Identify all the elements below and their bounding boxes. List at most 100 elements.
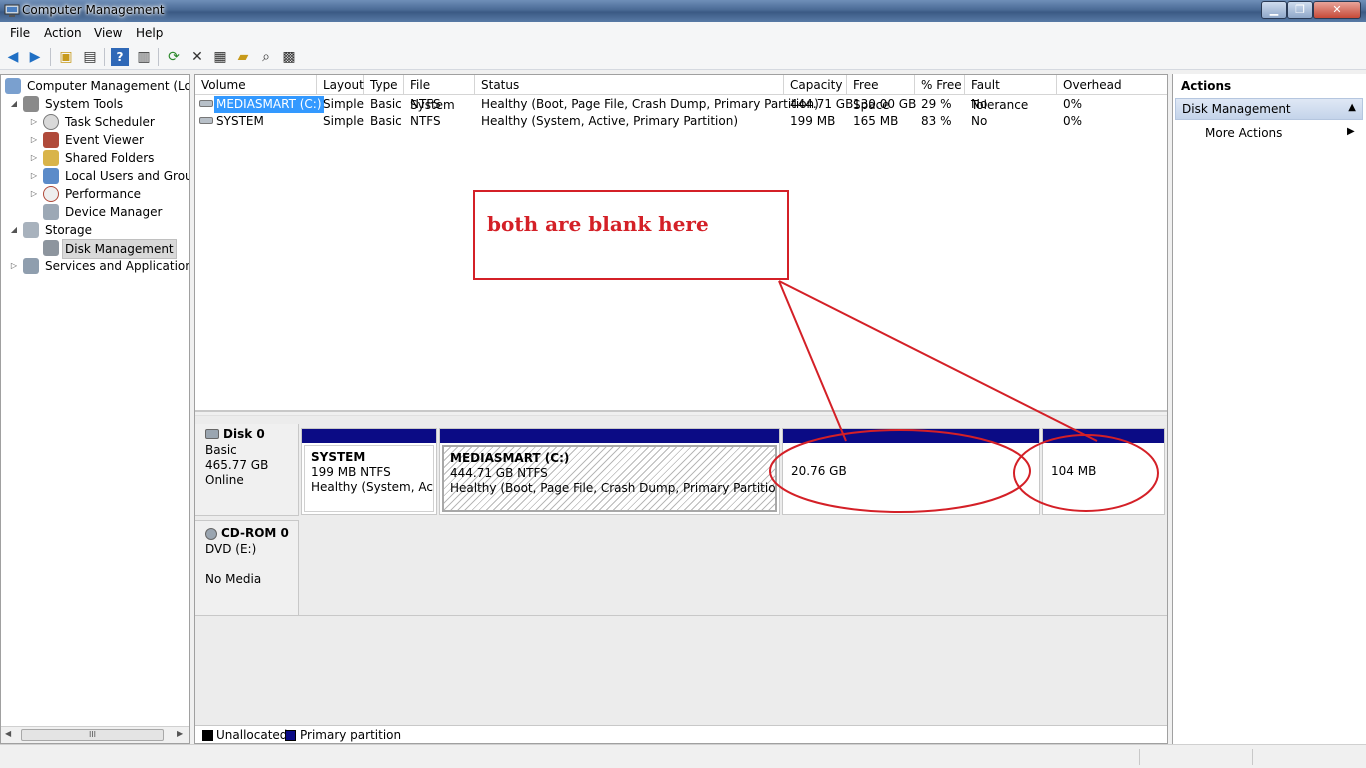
menu-help[interactable]: Help [136,26,163,40]
back-icon[interactable]: ◀ [4,48,22,66]
partition-size: 444.71 GB NTFS [450,466,548,480]
cdrom-0-label[interactable]: CD-ROM 0 DVD (E:) No Media [195,520,299,616]
expand-arrow-icon[interactable]: ▷ [29,185,39,203]
partition-color-bar [302,429,436,443]
more-actions-link[interactable]: More Actions [1205,126,1282,140]
partition-mediasmart[interactable]: MEDIASMART (C:) 444.71 GB NTFS Healthy (… [439,428,780,515]
show-hide-action-pane-icon[interactable]: ▥ [135,48,153,66]
event-viewer-icon [43,132,59,148]
column-fault-tolerance[interactable]: Fault Tolerance [965,75,1057,112]
partition-size: 20.76 GB [791,464,847,478]
partition-status: Healthy (System, Active [311,480,433,494]
partition-info: 104 MB [1045,445,1162,512]
column-percent-free[interactable]: % Free [915,75,965,95]
disk-size: 465.77 GB [205,458,269,472]
actions-section-label: Disk Management [1182,102,1291,116]
forward-icon[interactable]: ▶ [26,48,44,66]
tree-item-label: Task Scheduler [65,115,155,129]
disk-type: Basic [205,443,237,457]
column-type[interactable]: Type [364,75,404,95]
volume-overhead: 0% [1063,97,1083,111]
tools-icon [23,96,39,112]
toolbar: ◀ ▶ ▣ ▤ ? ▥ ⟳ ✕ ▦ ▰ ⌕ ▩ [0,44,1366,70]
disk-settings-icon[interactable]: ▩ [280,48,298,66]
partition-blank-1[interactable]: 20.76 GB [782,428,1040,515]
partition-blank-2[interactable]: 104 MB [1042,428,1165,515]
collapse-icon[interactable]: ▲ [1348,102,1356,113]
expand-arrow-icon[interactable]: ▷ [29,149,39,167]
clock-icon [43,114,59,130]
column-free-space[interactable]: Free Space [847,75,915,112]
expand-arrow-icon[interactable]: ▷ [29,113,39,131]
title-bar: Computer Management ▁ ❐ ✕ [0,0,1366,22]
volume-free-space: 165 MB [853,114,899,128]
disk-0-label[interactable]: Disk 0 Basic 465.77 GB Online [195,424,299,516]
scroll-thumb[interactable]: III [21,729,164,741]
volume-file-system: NTFS [410,114,441,128]
volume-type: Basic [370,97,402,111]
actions-title: Actions [1181,79,1232,93]
menu-file[interactable]: File [10,26,30,40]
tree-item-label: Shared Folders [65,151,155,165]
help-icon[interactable]: ? [111,48,129,66]
storage-icon [23,222,39,238]
performance-icon [43,186,59,202]
menu-view[interactable]: View [94,26,122,40]
properties-icon[interactable]: ▦ [211,48,229,66]
toolbar-separator [50,48,51,66]
column-volume[interactable]: Volume [195,75,317,95]
partition-name: MEDIASMART (C:) [450,451,570,465]
menu-action[interactable]: Action [44,26,82,40]
cdrom-icon [205,528,217,540]
annotation-text: both are blank here [487,212,709,236]
maximize-button[interactable]: ❐ [1287,1,1313,19]
column-file-system[interactable]: File System [404,75,475,112]
disk-name: Disk 0 [223,427,265,441]
expand-arrow-icon[interactable]: ▷ [29,131,39,149]
scroll-right-icon[interactable]: ▶ [177,729,183,738]
column-capacity[interactable]: Capacity [784,75,847,95]
collapse-arrow-icon[interactable]: ◢ [9,95,19,113]
delete-icon[interactable]: ✕ [188,48,206,66]
expand-arrow-icon[interactable]: ▷ [9,257,19,275]
close-button[interactable]: ✕ [1313,1,1361,19]
table-row[interactable]: SYSTEM Simple Basic NTFS Healthy (System… [195,113,1167,130]
cdrom-media-area [299,520,1167,616]
partition-status: Healthy (Boot, Page File, Crash Dump, Pr… [450,481,777,495]
tree-item-label: Storage [45,223,92,237]
status-separator [1252,749,1253,765]
column-overhead[interactable]: Overhead [1057,75,1167,95]
tree-horizontal-scrollbar[interactable]: ◀ III ▶ [1,726,189,743]
partition-size: 199 MB NTFS [311,465,391,479]
show-hide-tree-icon[interactable]: ▤ [81,48,99,66]
legend-primary: Primary partition [300,728,402,742]
collapse-arrow-icon[interactable]: ◢ [9,221,19,239]
actions-section-header[interactable]: Disk Management ▲ [1175,98,1363,120]
search-icon[interactable]: ⌕ [257,48,275,66]
tree-item-label: Event Viewer [65,133,144,147]
computer-management-icon [4,3,20,19]
status-bar [0,744,1366,768]
submenu-arrow-icon[interactable]: ▶ [1347,126,1355,137]
partition-system[interactable]: SYSTEM 199 MB NTFS Healthy (System, Acti… [301,428,437,515]
partition-info: MEDIASMART (C:) 444.71 GB NTFS Healthy (… [442,445,777,512]
column-layout[interactable]: Layout [317,75,364,95]
up-folder-icon[interactable]: ▣ [57,48,75,66]
expand-arrow-icon[interactable]: ▷ [29,167,39,185]
scroll-left-icon[interactable]: ◀ [5,729,11,738]
refresh-icon[interactable]: ⟳ [165,48,183,66]
disk-management-icon [43,240,59,256]
menu-bar: File Action View Help [0,22,1366,44]
volume-layout: Simple [323,114,364,128]
toolbar-separator [158,48,159,66]
table-row[interactable]: MEDIASMART (C:) Simple Basic NTFS Health… [195,96,1167,113]
status-separator [1139,749,1140,765]
partition-size: 104 MB [1051,464,1097,478]
tree-item-label: Device Manager [65,205,163,219]
column-status[interactable]: Status [475,75,784,95]
disk-management-pane: Volume Layout Type File System Status Ca… [194,74,1168,744]
open-folder-icon[interactable]: ▰ [234,48,252,66]
actions-pane: Actions Disk Management ▲ More Actions ▶ [1172,74,1366,744]
console-tree: Computer Management (Local ◢ System Tool… [0,74,190,744]
minimize-button[interactable]: ▁ [1261,1,1287,19]
